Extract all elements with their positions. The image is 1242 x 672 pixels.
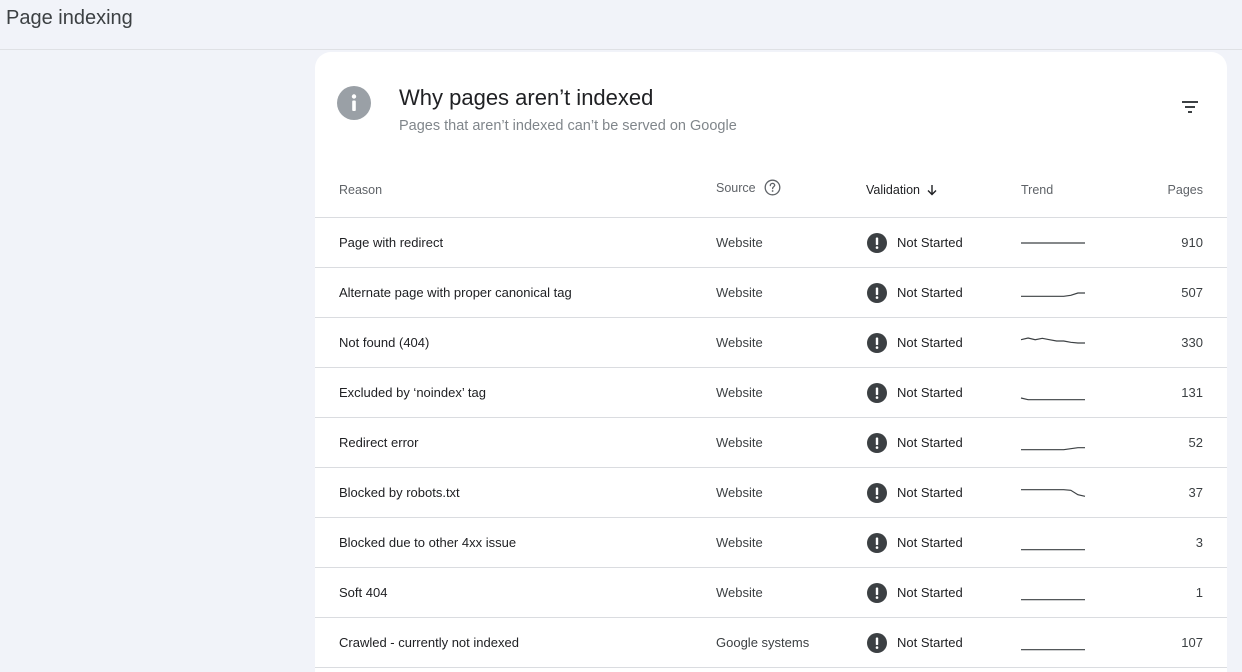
exclamation-icon (867, 532, 887, 553)
table-row[interactable]: Excluded by ‘noindex’ tag Website Not Star… (315, 368, 1227, 418)
source-cell: Website (716, 385, 763, 400)
validation-cell: Not Started (867, 468, 963, 517)
table-row[interactable]: Alternate page with proper canonical tag… (315, 268, 1227, 318)
trend-sparkline (1020, 268, 1086, 317)
table-row[interactable]: Blocked due to other 4xx issue Website Not… (315, 518, 1227, 568)
trend-sparkline (1020, 568, 1086, 617)
pages-count: 330 (1181, 335, 1203, 350)
column-header-source-label: Source (716, 180, 756, 195)
page-title: Page indexing (6, 7, 133, 29)
exclamation-icon (867, 432, 887, 453)
trend-sparkline (1020, 318, 1086, 367)
table-row[interactable]: Redirect error Website Not Started 52 (315, 418, 1227, 468)
trend-sparkline (1020, 518, 1086, 567)
validation-status: Not Started (897, 635, 963, 650)
column-header-source: Source (716, 179, 781, 196)
validation-status: Not Started (897, 585, 963, 600)
reason-cell: Soft 404 (339, 585, 388, 600)
column-header-trend: Trend (1021, 183, 1054, 197)
exclamation-icon (867, 632, 887, 653)
column-header-validation[interactable]: Validation (866, 182, 938, 198)
reason-cell: Redirect error (339, 435, 419, 450)
validation-status: Not Started (897, 485, 963, 500)
reason-cell: Excluded by ‘noindex’ tag (339, 385, 486, 400)
trend-sparkline (1020, 468, 1086, 517)
pages-count: 107 (1181, 635, 1203, 650)
validation-status: Not Started (897, 385, 963, 400)
validation-status: Not Started (897, 335, 963, 350)
table-row[interactable]: Crawled - currently not indexed Google sy… (315, 618, 1227, 668)
trend-sparkline (1020, 218, 1086, 267)
validation-status: Not Started (897, 435, 963, 450)
trend-line (1021, 488, 1086, 497)
help-icon[interactable] (764, 179, 781, 196)
trend-sparkline (1020, 368, 1086, 417)
exclamation-icon (867, 282, 887, 303)
validation-status: Not Started (897, 235, 963, 250)
source-cell: Website (716, 335, 763, 350)
column-header-validation-label: Validation (866, 183, 920, 197)
trend-line (1020, 336, 1085, 344)
table-body: Page with redirect Website Not Started 910 A… (315, 218, 1227, 668)
arrow-down-icon (927, 185, 937, 196)
card-subtitle: Pages that aren’t indexed can’t be serve… (399, 118, 737, 134)
validation-cell: Not Started (867, 568, 963, 617)
pages-count: 131 (1181, 385, 1203, 400)
trend-line (1020, 396, 1085, 400)
exclamation-icon (867, 482, 887, 503)
reason-cell: Alternate page with proper canonical tag (339, 285, 572, 300)
exclamation-icon (867, 382, 887, 403)
column-header-reason[interactable]: Reason (339, 182, 382, 198)
validation-cell: Not Started (867, 268, 963, 317)
table-row[interactable]: Soft 404 Website Not Started 1 (315, 568, 1227, 618)
reason-cell: Not found (404) (339, 335, 430, 350)
trend-sparkline (1020, 618, 1086, 667)
validation-cell: Not Started (867, 218, 963, 267)
source-cell: Website (716, 535, 763, 550)
validation-cell: Not Started (867, 418, 963, 467)
reason-cell: Page with redirect (339, 235, 444, 250)
filter-icon (1182, 101, 1198, 113)
pages-count: 507 (1181, 285, 1203, 300)
reason-cell: Blocked by robots.txt (339, 485, 460, 500)
exclamation-icon (867, 332, 887, 353)
pages-count: 910 (1181, 235, 1203, 250)
exclamation-icon (867, 582, 887, 603)
trend-line (1021, 291, 1085, 297)
trend-sparkline (1020, 418, 1086, 467)
source-cell: Website (716, 435, 763, 450)
exclamation-icon (867, 232, 887, 253)
pages-count: 3 (1195, 535, 1203, 550)
column-header-pages[interactable]: Pages (1168, 182, 1203, 198)
table-row[interactable]: Not found (404) Website Not Started 330 (315, 318, 1227, 368)
reason-cell: Blocked due to other 4xx issue (339, 535, 517, 550)
reason-cell: Crawled - currently not indexed (339, 635, 519, 650)
pages-count: 52 (1188, 435, 1203, 450)
source-cell: Website (716, 285, 763, 300)
validation-cell: Not Started (867, 618, 963, 667)
not-indexed-card: Why pages aren’t indexed Pages that aren… (315, 52, 1227, 672)
validation-status: Not Started (897, 285, 963, 300)
source-cell: Website (716, 235, 763, 250)
source-cell: Website (716, 585, 763, 600)
validation-cell: Not Started (867, 318, 963, 367)
validation-status: Not Started (897, 535, 963, 550)
validation-cell: Not Started (867, 518, 963, 567)
validation-cell: Not Started (867, 368, 963, 417)
top-bar: Page indexing (0, 0, 1242, 50)
source-cell: Website (716, 485, 763, 500)
pages-count: 37 (1188, 485, 1203, 500)
card-title: Why pages aren’t indexed (399, 85, 654, 110)
pages-count: 1 (1195, 585, 1203, 600)
table-header: Reason Source Validation Trend Pages (315, 170, 1227, 218)
filter-button[interactable] (1175, 92, 1205, 122)
source-cell: Google systems (716, 635, 810, 650)
table-row[interactable]: Page with redirect Website Not Started 910 (315, 218, 1227, 268)
table-row[interactable]: Blocked by robots.txt Website Not Started 3… (315, 468, 1227, 518)
info-icon (337, 86, 371, 120)
trend-line (1021, 446, 1085, 450)
